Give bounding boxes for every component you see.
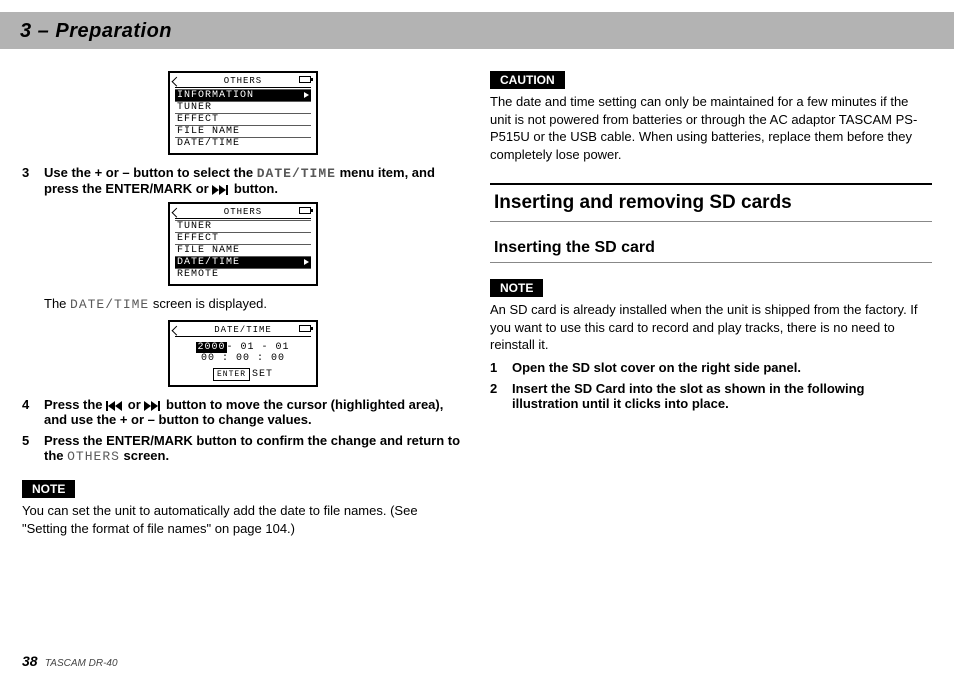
step-4: 4 Press the or button to move the cursor… — [22, 397, 464, 427]
step-number: 2 — [490, 381, 502, 411]
lcd-others-1: OTHERS INFORMATION TUNER EFFECT FILE NAM… — [168, 71, 318, 155]
caution-tag: CAUTION — [490, 71, 565, 89]
lcd1-title: OTHERS — [224, 76, 262, 86]
heading-inserting-sd: Inserting the SD card — [490, 236, 932, 263]
battery-icon — [299, 207, 311, 214]
sd-step2-text: Insert the SD Card into the slot as show… — [512, 381, 932, 411]
lcd3-title: DATE/TIME — [214, 325, 272, 335]
step5-b: screen. — [120, 448, 169, 463]
step3-mono: DATE/TIME — [257, 166, 336, 181]
section-header: 3 – Preparation — [0, 12, 954, 49]
step-number: 4 — [22, 397, 34, 427]
lcd2-title: OTHERS — [224, 207, 262, 217]
lcd2-row: EFFECT — [175, 232, 311, 244]
lcd1-row: INFORMATION — [175, 89, 311, 101]
lcd1-row: TUNER — [175, 101, 311, 113]
note-body-right: An SD card is already installed when the… — [490, 301, 932, 354]
lcd3-date-rest: - 01 - 01 — [227, 342, 290, 353]
step4-a: Press the — [44, 397, 106, 412]
note-tag: NOTE — [22, 480, 75, 498]
caution-body: The date and time setting can only be ma… — [490, 93, 932, 163]
sd-step1-text: Open the SD slot cover on the right side… — [512, 360, 932, 375]
fast-forward-icon — [212, 185, 230, 195]
note-body: You can set the unit to automatically ad… — [22, 502, 464, 537]
step-3: 3 Use the + or – button to select the DA… — [22, 165, 464, 196]
lcd1-row: EFFECT — [175, 113, 311, 125]
lcd2-row: FILE NAME — [175, 244, 311, 256]
page-footer: 38 TASCAM DR-40 — [22, 653, 118, 669]
lcd1-row: FILE NAME — [175, 125, 311, 137]
lcd2-row: REMOTE — [175, 268, 311, 280]
step-5: 5 Press the ENTER/MARK button to confirm… — [22, 433, 464, 464]
lcd-others-2: OTHERS TUNER EFFECT FILE NAME DATE/TIME … — [168, 202, 318, 286]
section-title: 3 – Preparation — [20, 20, 934, 43]
rewind-icon — [106, 401, 124, 411]
step3-text-c: button. — [230, 181, 278, 196]
note-tag-right: NOTE — [490, 279, 543, 297]
lcd2-row: DATE/TIME — [175, 256, 311, 268]
after3-mono: DATE/TIME — [70, 297, 149, 312]
battery-icon — [299, 325, 311, 332]
lcd3-year: 2000 — [196, 342, 226, 353]
lcd3-set: SET — [252, 369, 273, 380]
after3-a: The — [44, 296, 70, 311]
step-number: 3 — [22, 165, 34, 196]
after3-b: screen is displayed. — [149, 296, 267, 311]
step-number: 1 — [490, 360, 502, 375]
heading-inserting-removing: Inserting and removing SD cards — [490, 183, 932, 222]
step3-text-a: Use the + or – button to select the — [44, 165, 257, 180]
lcd2-row: TUNER — [175, 220, 311, 232]
step3-result: The DATE/TIME screen is displayed. — [44, 296, 464, 312]
right-column: CAUTION The date and time setting can on… — [490, 71, 932, 543]
page-number: 38 — [22, 653, 38, 669]
lcd1-row: DATE/TIME — [175, 137, 311, 149]
step-number: 5 — [22, 433, 34, 464]
lcd3-time: 00 : 00 : 00 — [175, 353, 311, 364]
fast-forward-icon — [144, 401, 162, 411]
left-column: OTHERS INFORMATION TUNER EFFECT FILE NAM… — [22, 71, 464, 543]
sd-step-2: 2 Insert the SD Card into the slot as sh… — [490, 381, 932, 411]
battery-icon — [299, 76, 311, 83]
step5-mono: OTHERS — [67, 449, 120, 464]
lcd-datetime: DATE/TIME 2000- 01 - 01 00 : 00 : 00 ENT… — [168, 320, 318, 387]
product-model: TASCAM DR-40 — [45, 658, 118, 669]
lcd3-enter: ENTER — [213, 368, 250, 381]
sd-step-1: 1 Open the SD slot cover on the right si… — [490, 360, 932, 375]
step4-b: or — [124, 397, 144, 412]
